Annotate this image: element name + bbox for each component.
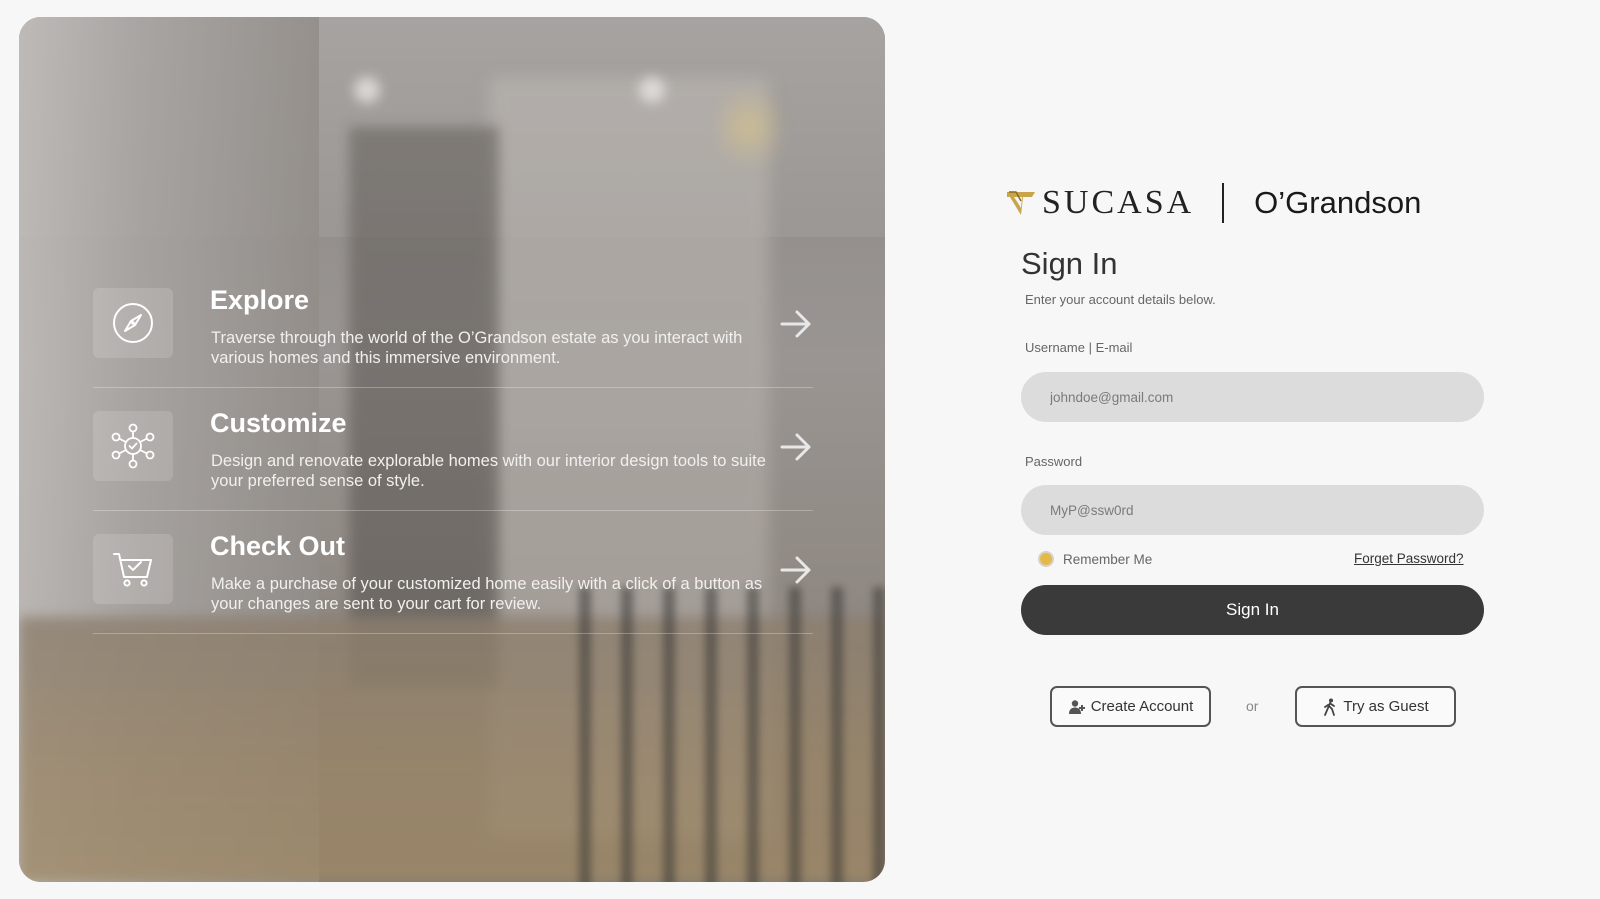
feature-title: Check Out bbox=[210, 531, 346, 561]
cart-check-icon bbox=[93, 534, 173, 604]
password-input[interactable] bbox=[1021, 485, 1484, 535]
remember-me-toggle[interactable]: Remember Me bbox=[1038, 551, 1152, 567]
partner-name: O’Grandson bbox=[1254, 185, 1422, 220]
feature-title: Customize bbox=[210, 408, 347, 438]
arrow-right-icon[interactable] bbox=[779, 553, 813, 587]
radio-dot-icon[interactable] bbox=[1038, 551, 1054, 567]
brand-header: SUCASA O’Grandson bbox=[1006, 182, 1421, 224]
feature-explore[interactable]: Explore Traverse through the world of th… bbox=[93, 265, 813, 388]
sign-in-button[interactable]: Sign In bbox=[1021, 585, 1484, 635]
compass-icon bbox=[93, 288, 173, 358]
feature-title: Explore bbox=[210, 285, 310, 315]
forgot-password-link[interactable]: Forget Password? bbox=[1354, 551, 1464, 566]
password-label: Password bbox=[1025, 454, 1083, 469]
page-title: Sign In bbox=[1021, 246, 1118, 281]
feature-description: Design and renovate explorable homes wit… bbox=[211, 452, 766, 490]
or-separator: or bbox=[1246, 698, 1259, 714]
arrow-right-icon[interactable] bbox=[779, 307, 813, 341]
feature-description: Traverse through the world of the O’Gran… bbox=[211, 329, 743, 367]
remember-me-label: Remember Me bbox=[1063, 551, 1153, 567]
sucasa-logo-icon bbox=[1007, 191, 1035, 215]
network-check-icon bbox=[93, 411, 173, 481]
brand-logo-text: SUCASA bbox=[1042, 184, 1195, 221]
user-add-icon bbox=[1068, 699, 1085, 714]
username-input[interactable] bbox=[1021, 372, 1484, 422]
try-as-guest-button[interactable]: Try as Guest bbox=[1295, 686, 1456, 727]
try-as-guest-label: Try as Guest bbox=[1343, 698, 1429, 715]
page-subtitle: Enter your account details below. bbox=[1025, 292, 1216, 307]
create-account-label: Create Account bbox=[1090, 698, 1194, 715]
feature-customize[interactable]: Customize Design and renovate explorable… bbox=[93, 388, 813, 511]
feature-description: Make a purchase of your customized home … bbox=[211, 575, 763, 613]
hero-panel: Explore Traverse through the world of th… bbox=[19, 17, 885, 882]
create-account-button[interactable]: Create Account bbox=[1050, 686, 1211, 727]
arrow-right-icon[interactable] bbox=[779, 430, 813, 464]
walking-person-icon bbox=[1324, 698, 1336, 716]
username-label: Username | E-mail bbox=[1025, 340, 1133, 355]
brand-divider bbox=[1222, 183, 1225, 223]
feature-list: Explore Traverse through the world of th… bbox=[93, 265, 813, 634]
feature-checkout[interactable]: Check Out Make a purchase of your custom… bbox=[93, 511, 813, 634]
